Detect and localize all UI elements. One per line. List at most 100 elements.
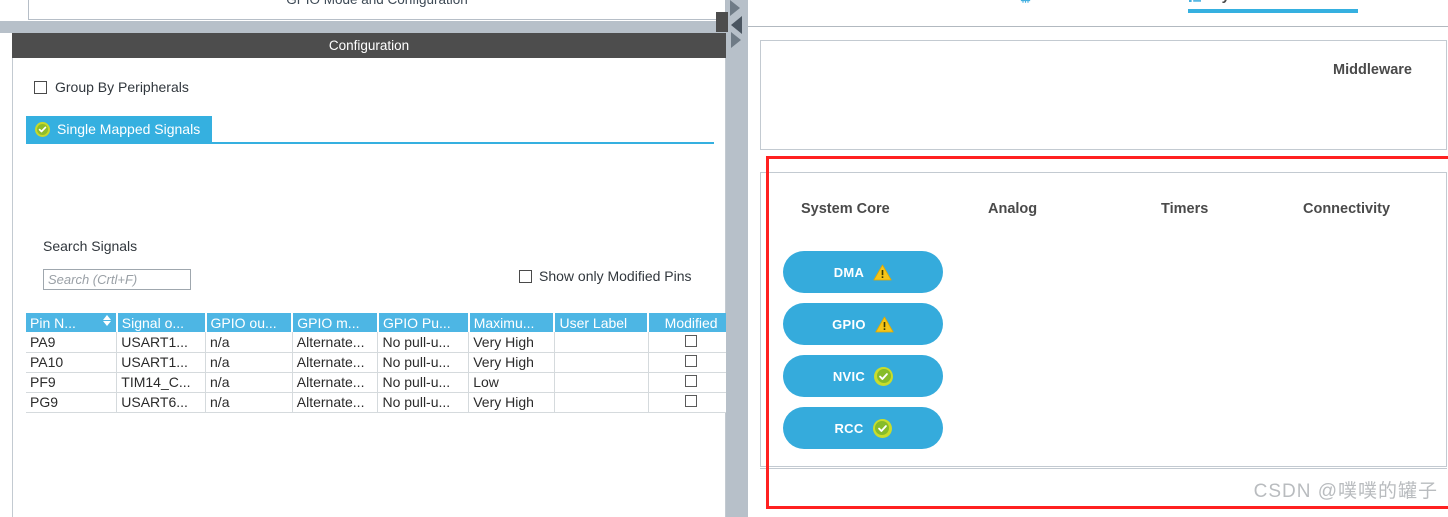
pin-configuration-table: Pin N... Signal o... GPIO ou... GPIO m..…	[26, 313, 735, 413]
table-row[interactable]: PA10 USART1... n/a Alternate... No pull-…	[26, 352, 734, 373]
cell-maximum: Very High	[468, 392, 555, 413]
warning-triangle-icon	[875, 316, 894, 333]
panel-splitter[interactable]	[716, 0, 748, 517]
watermark: CSDN @噗噗的罐子	[1253, 481, 1438, 502]
cell-signal: TIM14_C...	[116, 372, 207, 393]
cell-gpio-output: n/a	[205, 372, 293, 393]
column-header-gpio-mode[interactable]: GPIO m...	[292, 313, 379, 332]
cell-gpio-mode: Alternate...	[292, 392, 379, 413]
cell-gpio-pull: No pull-u...	[377, 392, 470, 413]
middleware-title: Middleware	[1333, 62, 1412, 78]
group-by-peripherals-row[interactable]: Group By Peripherals	[34, 79, 189, 95]
category-header-connectivity: Connectivity	[1303, 201, 1391, 217]
show-only-modified-pins-row[interactable]: Show only Modified Pins	[519, 268, 692, 284]
column-header-signal-on-pin[interactable]: Signal o...	[116, 313, 207, 332]
search-signals-label: Search Signals	[43, 238, 138, 254]
cell-user-label[interactable]	[554, 332, 649, 353]
application-root: GPIO Mode and Configuration Configuratio…	[0, 0, 1448, 517]
search-signals-input[interactable]	[43, 269, 191, 290]
table-row[interactable]: PG9 USART6... n/a Alternate... No pull-u…	[26, 392, 734, 413]
cell-pin: PA10	[26, 352, 118, 373]
column-header-pin-number[interactable]: Pin N...	[26, 313, 118, 332]
header-divider	[748, 26, 1448, 27]
column-header-gpio-pull[interactable]: GPIO Pu...	[377, 313, 470, 332]
cell-signal: USART6...	[116, 392, 207, 413]
column-header-pin-number-label: Pin N...	[30, 314, 76, 331]
cell-gpio-output: n/a	[205, 332, 293, 353]
cell-user-label[interactable]	[554, 392, 649, 413]
peripheral-button-rcc-label: RCC	[834, 420, 864, 436]
cell-maximum: Low	[468, 372, 555, 393]
cell-pin: PG9	[26, 392, 118, 413]
show-only-modified-pins-label: Show only Modified Pins	[539, 268, 692, 284]
tab-active-underline	[26, 142, 714, 144]
peripheral-button-nvic[interactable]: NVIC	[783, 355, 943, 397]
cell-modified[interactable]	[648, 392, 734, 413]
system-view-panel: Pinout view System view Middleware	[748, 0, 1448, 517]
list-icon	[1188, 0, 1203, 4]
cell-user-label[interactable]	[554, 352, 649, 373]
cell-user-label[interactable]	[554, 372, 649, 393]
category-header-timers: Timers	[1161, 201, 1209, 217]
group-by-peripherals-checkbox[interactable]	[34, 80, 47, 94]
cell-gpio-pull: No pull-u...	[377, 332, 470, 353]
table-header-row: Pin N... Signal o... GPIO ou... GPIO m..…	[26, 313, 735, 332]
configuration-body: Group By Peripherals Single Mapped Signa…	[12, 58, 735, 517]
cell-gpio-output: n/a	[205, 392, 293, 413]
peripheral-button-gpio-label: GPIO	[832, 316, 866, 332]
chevron-right-icon[interactable]	[730, 0, 740, 16]
tab-single-mapped-signals[interactable]: Single Mapped Signals	[26, 116, 213, 142]
column-header-modified[interactable]: Modified	[648, 313, 735, 332]
modified-checkbox[interactable]	[685, 395, 698, 407]
cell-modified[interactable]	[648, 352, 734, 373]
configuration-header: Configuration	[12, 33, 726, 58]
tab-single-mapped-signals-label: Single Mapped Signals	[57, 121, 201, 137]
cell-modified[interactable]	[648, 332, 734, 353]
category-header-analog: Analog	[988, 201, 1038, 217]
warning-triangle-icon	[873, 264, 892, 281]
modified-checkbox[interactable]	[685, 375, 698, 387]
splitter-arrows[interactable]	[726, 0, 748, 58]
cell-gpio-pull: No pull-u...	[377, 372, 470, 393]
cell-modified[interactable]	[648, 372, 734, 393]
cell-pin: PF9	[26, 372, 118, 393]
gpio-configuration-panel: GPIO Mode and Configuration Configuratio…	[0, 0, 735, 517]
column-header-gpio-output[interactable]: GPIO ou...	[205, 313, 294, 332]
check-circle-icon	[35, 121, 50, 137]
sort-arrows-icon[interactable]	[102, 315, 111, 326]
modified-checkbox[interactable]	[685, 355, 698, 367]
peripheral-categories-section: System Core Analog Timers Connectivity D…	[760, 172, 1447, 467]
cell-gpio-mode: Alternate...	[292, 372, 379, 393]
tab-pinout-view[interactable]: Pinout view	[1018, 0, 1116, 13]
column-header-user-label[interactable]: User Label	[554, 313, 650, 332]
system-core-items-list: DMA GPIO NVIC RCC	[783, 251, 943, 449]
tab-system-view[interactable]: System view	[1188, 0, 1358, 13]
gpio-mode-title-bar: GPIO Mode and Configuration	[28, 0, 726, 20]
cell-maximum: Very High	[468, 332, 555, 353]
cell-pin: PA9	[26, 332, 118, 353]
category-header-system-core: System Core	[801, 201, 890, 217]
peripheral-button-rcc[interactable]: RCC	[783, 407, 943, 449]
peripheral-button-gpio[interactable]: GPIO	[783, 303, 943, 345]
cell-signal: USART1...	[116, 332, 207, 353]
column-header-maximum-speed[interactable]: Maximu...	[468, 313, 556, 332]
cell-maximum: Very High	[468, 352, 555, 373]
peripheral-button-dma[interactable]: DMA	[783, 251, 943, 293]
cell-gpio-pull: No pull-u...	[377, 352, 470, 373]
gpio-mode-title: GPIO Mode and Configuration	[29, 0, 725, 7]
tab-system-view-label: System view	[1212, 0, 1299, 4]
cell-gpio-mode: Alternate...	[292, 352, 379, 373]
check-circle-icon	[874, 366, 894, 386]
signals-tab-strip: Single Mapped Signals	[26, 116, 714, 144]
tab-pinout-view-label: Pinout view	[1042, 0, 1116, 4]
view-tab-strip: Pinout view System view	[748, 0, 1448, 22]
table-row[interactable]: PF9 TIM14_C... n/a Alternate... No pull-…	[26, 372, 734, 393]
table-row[interactable]: PA9 USART1... n/a Alternate... No pull-u…	[26, 332, 734, 353]
chevron-right-icon[interactable]	[731, 32, 741, 48]
middleware-section: Middleware	[760, 40, 1447, 150]
panel-gap-divider	[0, 21, 726, 33]
cell-signal: USART1...	[116, 352, 207, 373]
group-by-peripherals-label: Group By Peripherals	[55, 79, 189, 95]
show-only-modified-pins-checkbox[interactable]	[519, 269, 532, 283]
modified-checkbox[interactable]	[685, 334, 698, 347]
